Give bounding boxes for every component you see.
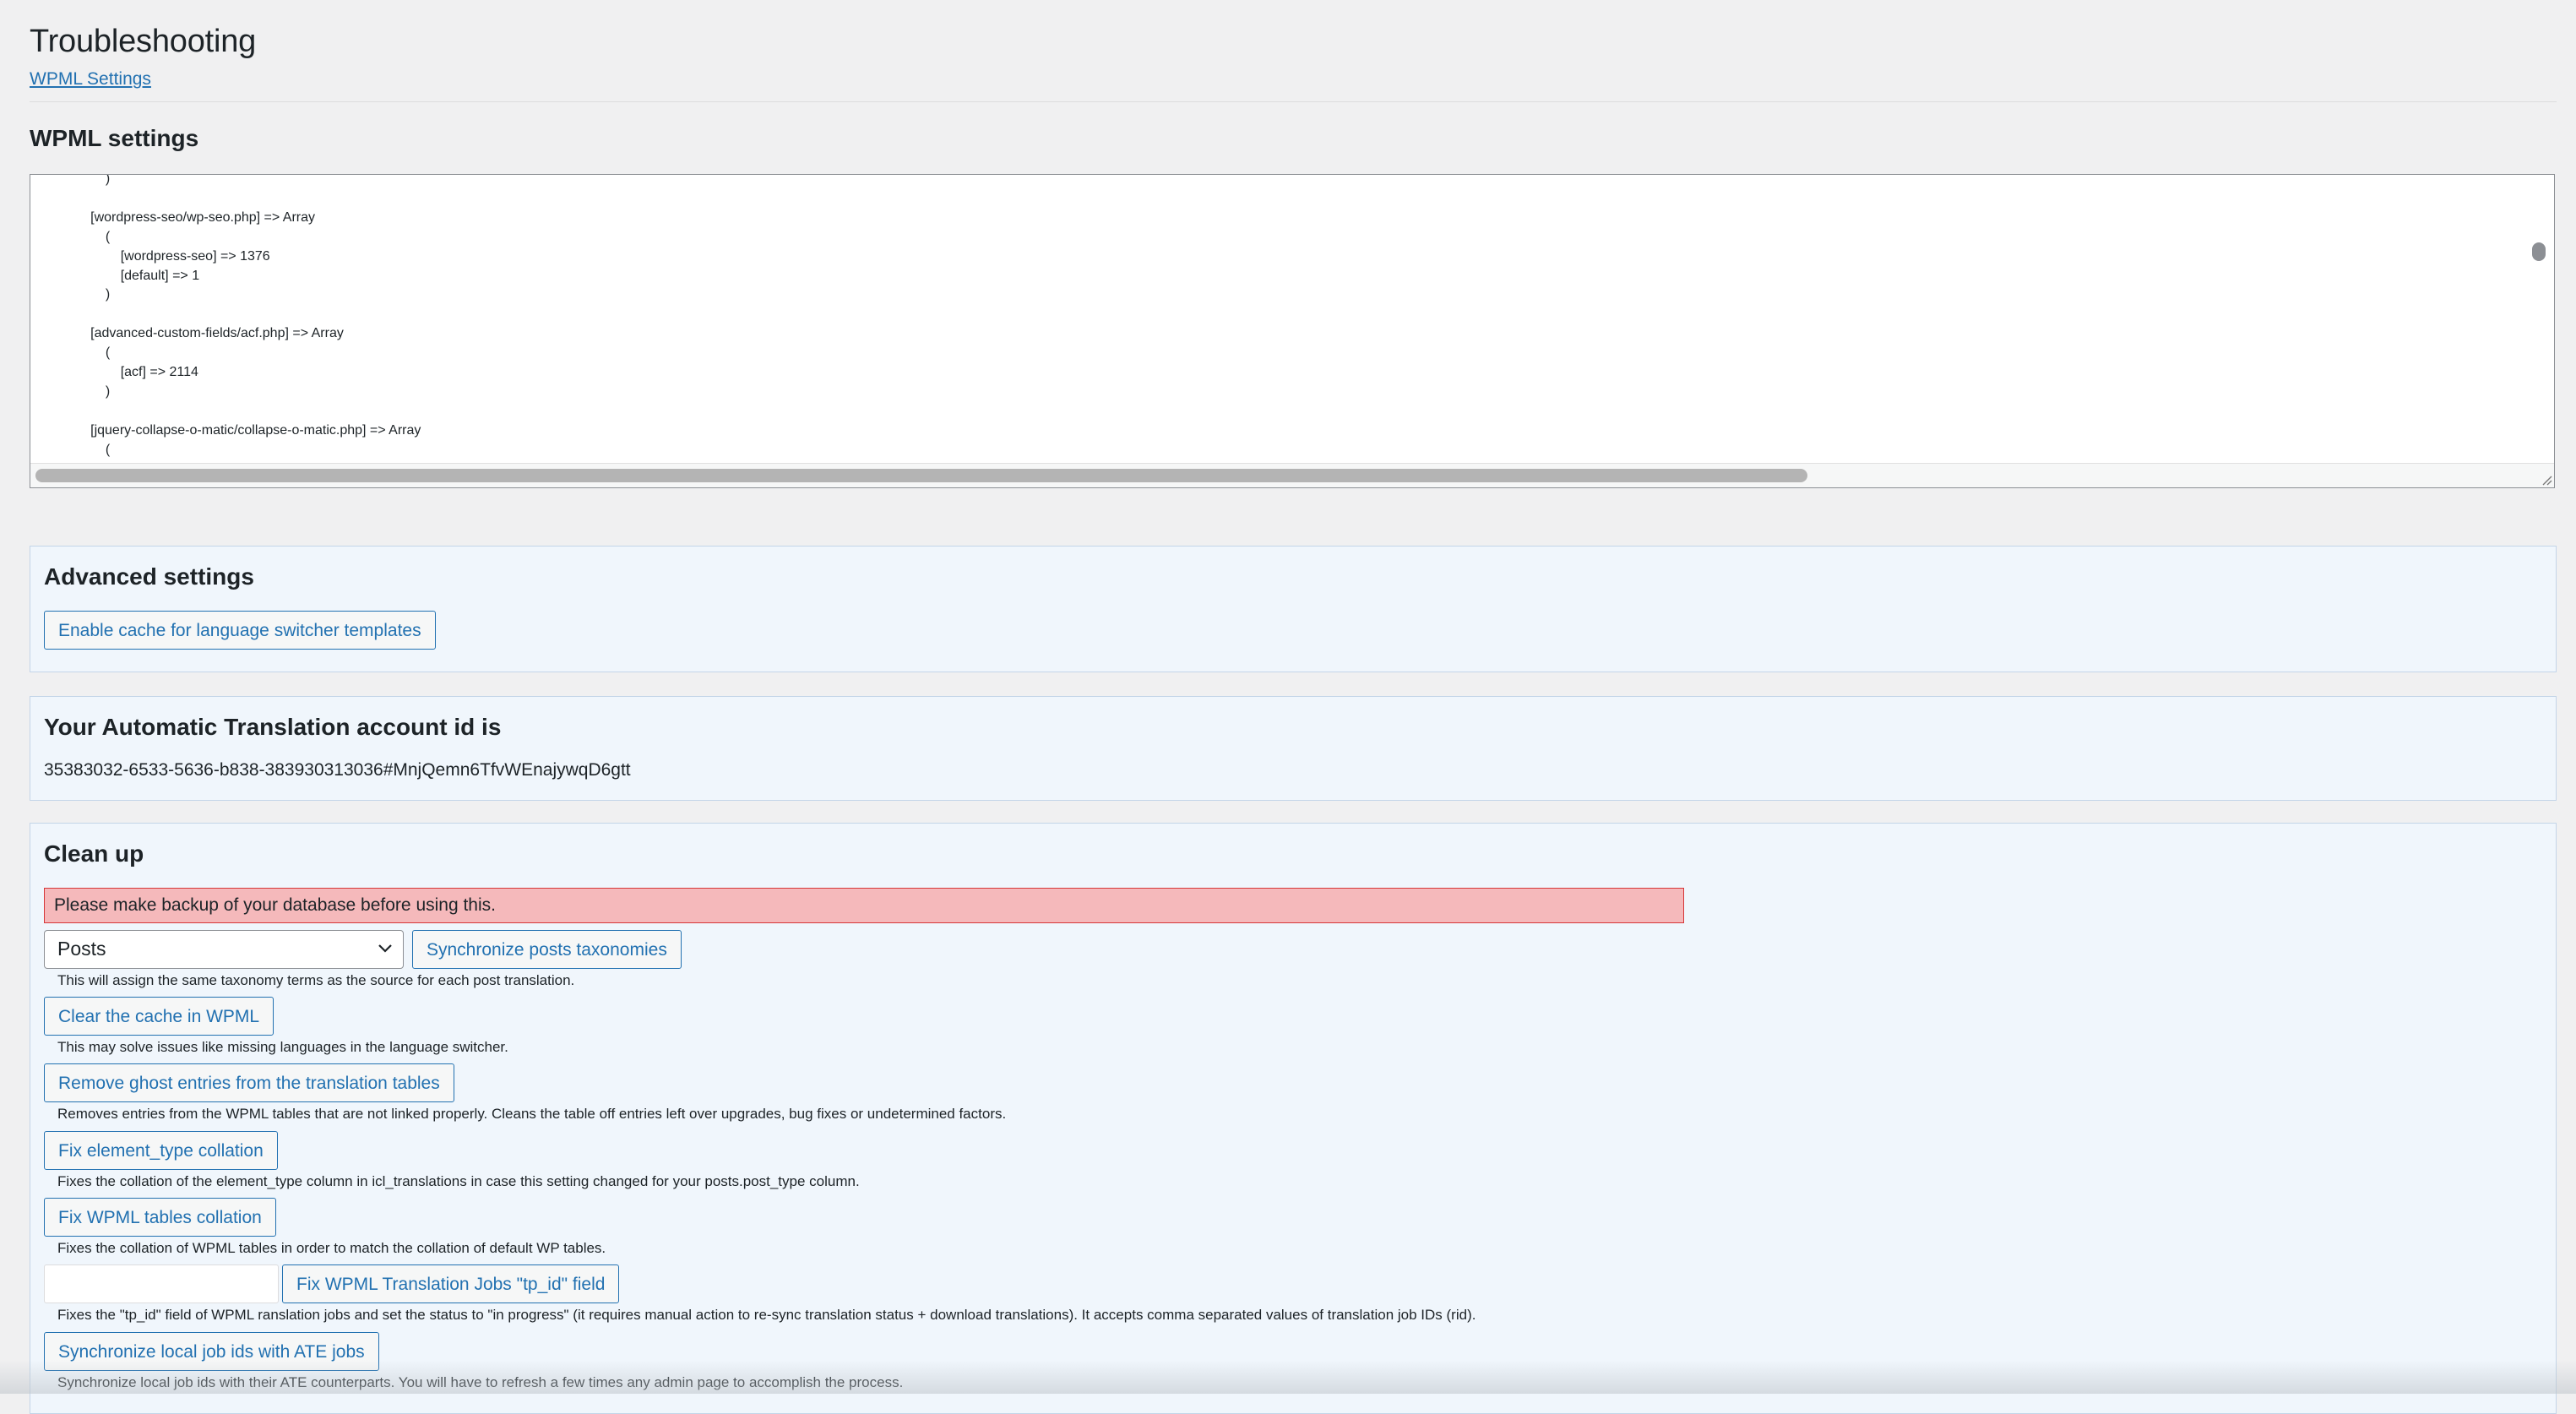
account-id-value: 35383032-6533-5636-b838-383930313036#Mnj… bbox=[44, 760, 631, 780]
fix-tables-collation-button[interactable]: Fix WPML tables collation bbox=[44, 1198, 276, 1237]
chevron-down-icon bbox=[378, 944, 392, 953]
settings-dump-line: [wordpress-seo] => 1376 bbox=[30, 248, 270, 264]
settings-dump-line: [acf] => 2114 bbox=[30, 365, 198, 380]
settings-dump-line: [default] => 1 bbox=[30, 268, 200, 283]
horizontal-scrollbar[interactable] bbox=[35, 469, 1807, 482]
horizontal-scrollbar-track bbox=[30, 463, 2554, 487]
divider bbox=[30, 101, 2557, 102]
cleanup-heading: Clean up bbox=[44, 840, 144, 867]
clear-cache-description: This may solve issues like missing langu… bbox=[57, 1039, 508, 1055]
wpml-settings-textarea[interactable]: ) [wordpress-seo/wp-seo.php] => Array ( … bbox=[30, 174, 2555, 488]
backup-warning: Please make backup of your database befo… bbox=[44, 888, 1684, 923]
advanced-settings-heading: Advanced settings bbox=[44, 563, 254, 590]
settings-dump-line: ( bbox=[30, 345, 111, 361]
settings-dump-line: [wordpress-seo/wp-seo.php] => Array bbox=[30, 209, 316, 225]
advanced-settings-panel: Advanced settings Enable cache for langu… bbox=[30, 546, 2557, 672]
resize-grip-icon[interactable] bbox=[2541, 474, 2552, 486]
cleanup-panel: Clean up Please make backup of your data… bbox=[30, 823, 2557, 1414]
settings-dump-line: ) bbox=[30, 383, 111, 399]
remove-ghost-entries-description: Removes entries from the WPML tables tha… bbox=[57, 1106, 1007, 1122]
sync-ate-jobs-description: Synchronize local job ids with their ATE… bbox=[57, 1374, 904, 1390]
settings-dump-line: ) bbox=[30, 287, 111, 302]
settings-dump-line: [advanced-custom-fields/acf.php] => Arra… bbox=[30, 326, 344, 341]
settings-dump-line: ( bbox=[30, 229, 111, 244]
fix-element-type-description: Fixes the collation of the element_type … bbox=[57, 1173, 860, 1189]
fix-tables-collation-description: Fixes the collation of WPML tables in or… bbox=[57, 1240, 606, 1256]
fix-tp-id-button[interactable]: Fix WPML Translation Jobs "tp_id" field bbox=[282, 1264, 620, 1303]
clear-cache-button[interactable]: Clear the cache in WPML bbox=[44, 997, 274, 1036]
wpml-settings-heading: WPML settings bbox=[30, 125, 199, 151]
fix-tp-id-description: Fixes the "tp_id" field of WPML ranslati… bbox=[57, 1307, 1476, 1323]
sync-ate-jobs-button[interactable]: Synchronize local job ids with ATE jobs bbox=[44, 1332, 379, 1371]
enable-cache-button[interactable]: Enable cache for language switcher templ… bbox=[44, 611, 436, 650]
job-ids-input[interactable] bbox=[44, 1264, 279, 1303]
wpml-settings-link[interactable]: WPML Settings bbox=[30, 69, 151, 90]
sync-taxonomies-description: This will assign the same taxonomy terms… bbox=[57, 972, 575, 988]
fix-element-type-button[interactable]: Fix element_type collation bbox=[44, 1131, 278, 1170]
settings-dump-line: [jquery-collapse-o-matic/collapse-o-mati… bbox=[30, 422, 421, 438]
account-id-heading: Your Automatic Translation account id is bbox=[44, 714, 502, 740]
settings-dump-text: ) [wordpress-seo/wp-seo.php] => Array ( … bbox=[30, 174, 421, 480]
post-type-select-value: Posts bbox=[57, 938, 106, 960]
post-type-select[interactable]: Posts bbox=[44, 930, 404, 969]
vertical-scrollbar[interactable] bbox=[2532, 242, 2546, 261]
sync-taxonomies-button[interactable]: Synchronize posts taxonomies bbox=[412, 930, 682, 969]
settings-dump-line: ( bbox=[30, 442, 111, 457]
settings-dump-line: ) bbox=[30, 174, 111, 186]
page-title: Troubleshooting bbox=[30, 24, 257, 59]
remove-ghost-entries-button[interactable]: Remove ghost entries from the translatio… bbox=[44, 1063, 454, 1102]
account-id-panel: Your Automatic Translation account id is… bbox=[30, 696, 2557, 801]
